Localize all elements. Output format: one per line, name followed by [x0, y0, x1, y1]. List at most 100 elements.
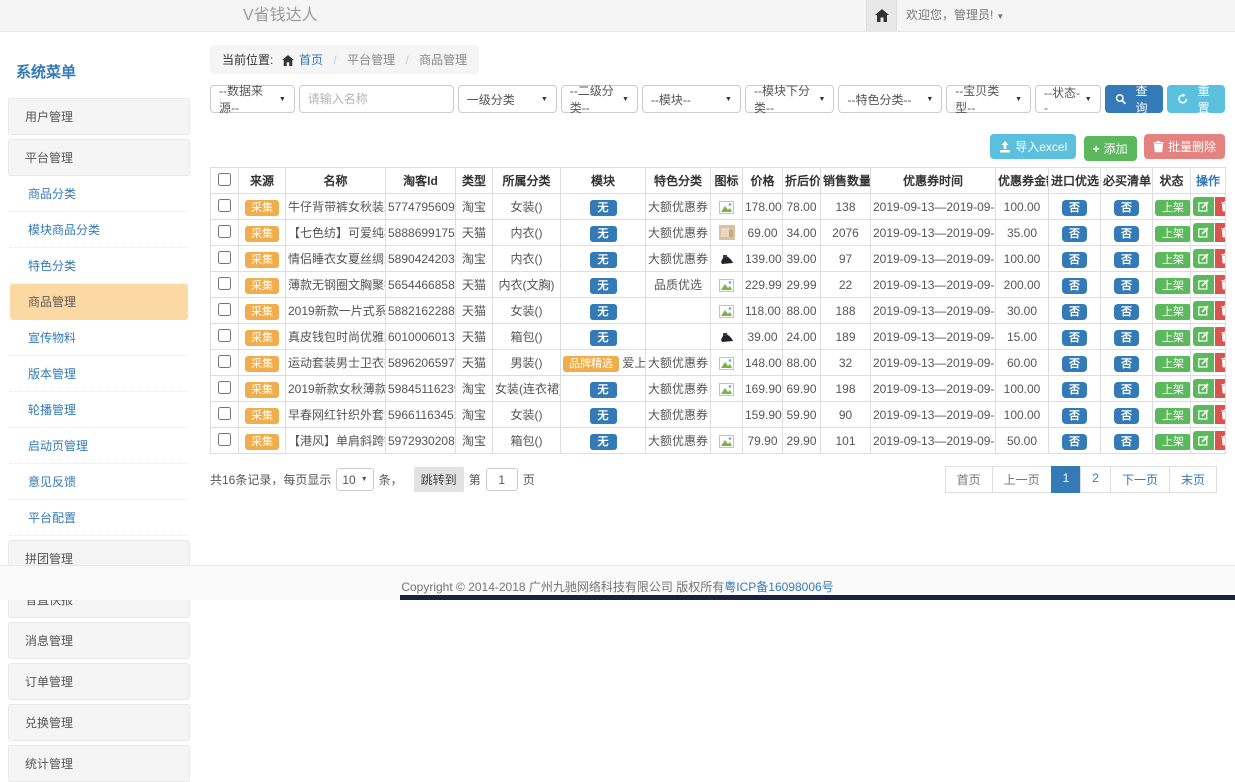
module-none-badge[interactable]: 无 — [590, 330, 617, 346]
sidebar-item-7[interactable]: 版本管理 — [10, 356, 188, 392]
sidebar-item-11[interactable]: 平台配置 — [10, 500, 188, 536]
module-none-badge[interactable]: 无 — [590, 408, 617, 424]
must-buy-toggle-badge[interactable]: 否 — [1114, 408, 1139, 424]
status-badge[interactable]: 上架 — [1155, 382, 1191, 398]
must-buy-toggle-badge[interactable]: 否 — [1114, 252, 1139, 268]
sidebar-group-14[interactable]: 消息管理 — [8, 622, 190, 659]
status-badge[interactable]: 上架 — [1155, 408, 1191, 424]
row-checkbox[interactable] — [218, 381, 231, 394]
add-button[interactable]: + 添加 — [1084, 136, 1137, 161]
edit-button[interactable] — [1193, 431, 1214, 450]
row-checkbox[interactable] — [218, 225, 231, 238]
import-toggle-badge[interactable]: 否 — [1062, 278, 1087, 294]
edit-button[interactable] — [1193, 301, 1214, 320]
status-badge[interactable]: 上架 — [1155, 356, 1191, 372]
must-buy-toggle-badge[interactable]: 否 — [1114, 330, 1139, 346]
edit-button[interactable] — [1193, 379, 1214, 398]
sidebar-item-6[interactable]: 宣传物料 — [10, 320, 188, 356]
pager-button-0[interactable]: 首页 — [945, 466, 993, 493]
batch-delete-button[interactable]: 批量删除 — [1144, 134, 1225, 159]
import-toggle-badge[interactable]: 否 — [1062, 304, 1087, 320]
module-none-badge[interactable]: 无 — [590, 304, 617, 320]
sidebar-group-0[interactable]: 用户管理 — [8, 98, 190, 135]
import-toggle-badge[interactable]: 否 — [1062, 408, 1087, 424]
status-badge[interactable]: 上架 — [1155, 252, 1191, 268]
row-checkbox[interactable] — [218, 329, 231, 342]
row-checkbox[interactable] — [218, 433, 231, 446]
filter-source-select[interactable]: --数据来源--▼ — [210, 85, 295, 113]
must-buy-toggle-badge[interactable]: 否 — [1114, 226, 1139, 242]
must-buy-toggle-badge[interactable]: 否 — [1114, 200, 1139, 216]
module-none-badge[interactable]: 无 — [590, 200, 617, 216]
module-none-badge[interactable]: 无 — [590, 252, 617, 268]
import-excel-button[interactable]: 导入excel — [990, 134, 1076, 159]
delete-button[interactable] — [1215, 431, 1226, 450]
pager-button-4[interactable]: 下一页 — [1110, 466, 1170, 493]
status-badge[interactable]: 上架 — [1155, 434, 1191, 450]
filter-module-sub-select[interactable]: --模块下分类--▼ — [745, 85, 835, 113]
row-checkbox[interactable] — [218, 407, 231, 420]
module-none-badge[interactable]: 无 — [590, 434, 617, 450]
module-none-badge[interactable]: 无 — [590, 382, 617, 398]
status-badge[interactable]: 上架 — [1155, 330, 1191, 346]
filter-level1-select[interactable]: 一级分类▼ — [458, 85, 557, 113]
sidebar-item-8[interactable]: 轮播管理 — [10, 392, 188, 428]
sidebar-group-15[interactable]: 订单管理 — [8, 663, 190, 700]
delete-button[interactable] — [1215, 223, 1226, 242]
sidebar-group-16[interactable]: 兑换管理 — [8, 704, 190, 741]
import-toggle-badge[interactable]: 否 — [1062, 382, 1087, 398]
edit-button[interactable] — [1193, 353, 1214, 372]
sidebar-group-17[interactable]: 统计管理 — [8, 745, 190, 782]
row-checkbox[interactable] — [218, 199, 231, 212]
module-none-badge[interactable]: 无 — [590, 226, 617, 242]
delete-button[interactable] — [1215, 249, 1226, 268]
row-checkbox[interactable] — [218, 355, 231, 368]
delete-button[interactable] — [1215, 405, 1226, 424]
pager-button-3[interactable]: 2 — [1080, 466, 1111, 493]
import-toggle-badge[interactable]: 否 — [1062, 434, 1087, 450]
status-badge[interactable]: 上架 — [1155, 278, 1191, 294]
row-checkbox[interactable] — [218, 303, 231, 316]
breadcrumb-home-link[interactable]: 首页 — [299, 53, 323, 67]
edit-button[interactable] — [1193, 249, 1214, 268]
filter-module-select[interactable]: --模块--▼ — [642, 85, 741, 113]
edit-button[interactable] — [1193, 327, 1214, 346]
edit-button[interactable] — [1193, 223, 1214, 242]
sidebar-item-9[interactable]: 启动页管理 — [10, 428, 188, 464]
import-toggle-badge[interactable]: 否 — [1062, 356, 1087, 372]
select-all-checkbox[interactable] — [218, 173, 231, 186]
row-checkbox[interactable] — [218, 251, 231, 264]
name-search-input[interactable] — [299, 85, 454, 113]
user-menu[interactable]: 欢迎您，管理员!▼ — [906, 0, 1004, 32]
filter-status-select[interactable]: --状态--▼ — [1035, 85, 1101, 113]
pager-button-5[interactable]: 末页 — [1169, 466, 1217, 493]
delete-button[interactable] — [1215, 379, 1226, 398]
pager-button-2[interactable]: 1 — [1051, 466, 1082, 493]
module-none-badge[interactable]: 无 — [590, 278, 617, 294]
delete-button[interactable] — [1215, 197, 1226, 216]
must-buy-toggle-badge[interactable]: 否 — [1114, 382, 1139, 398]
delete-button[interactable] — [1215, 353, 1226, 372]
page-number-input[interactable] — [486, 468, 518, 491]
import-toggle-badge[interactable]: 否 — [1062, 252, 1087, 268]
pager-button-1[interactable]: 上一页 — [992, 466, 1052, 493]
home-button[interactable] — [866, 0, 897, 31]
per-page-select[interactable]: 10▼ — [336, 468, 373, 491]
must-buy-toggle-badge[interactable]: 否 — [1114, 356, 1139, 372]
must-buy-toggle-badge[interactable]: 否 — [1114, 304, 1139, 320]
filter-item-type-select[interactable]: --宝贝类型--▼ — [946, 85, 1031, 113]
sidebar-item-5[interactable]: 商品管理 — [10, 284, 188, 320]
must-buy-toggle-badge[interactable]: 否 — [1114, 278, 1139, 294]
jump-button[interactable]: 跳转到 — [414, 467, 464, 492]
filter-feature-select[interactable]: --特色分类--▼ — [838, 85, 942, 113]
delete-button[interactable] — [1215, 275, 1226, 294]
filter-level2-select[interactable]: --二级分类--▼ — [561, 85, 638, 113]
edit-button[interactable] — [1193, 197, 1214, 216]
delete-button[interactable] — [1215, 301, 1226, 320]
icp-link[interactable]: 粤ICP备16098006号 — [724, 580, 833, 594]
edit-button[interactable] — [1193, 405, 1214, 424]
sidebar-item-10[interactable]: 意见反馈 — [10, 464, 188, 500]
status-badge[interactable]: 上架 — [1155, 226, 1191, 242]
delete-button[interactable] — [1215, 327, 1226, 346]
edit-button[interactable] — [1193, 275, 1214, 294]
